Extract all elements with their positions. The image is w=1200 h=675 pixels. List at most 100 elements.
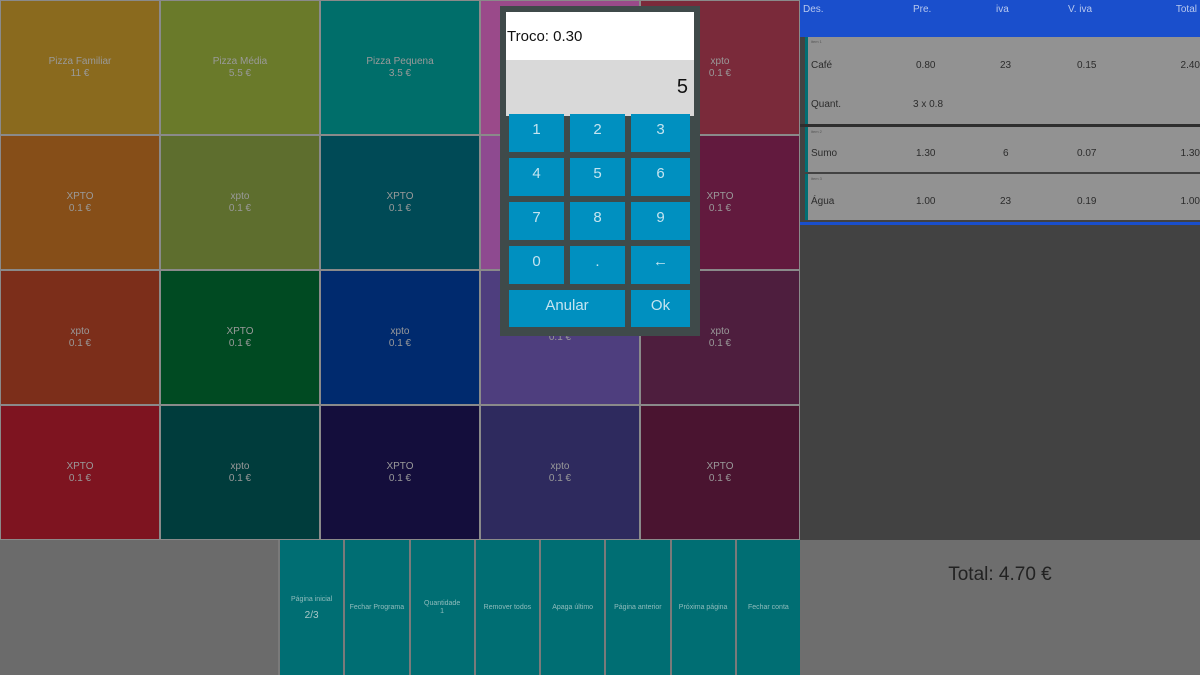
item-price: 1.00: [916, 196, 936, 207]
item-price: 1.30: [916, 148, 936, 159]
product-price: 5.5 €: [228, 67, 252, 79]
key-backspace[interactable]: ←: [631, 246, 690, 284]
keypad-display: 5: [506, 60, 694, 116]
key-5[interactable]: 5: [570, 158, 625, 196]
receipt-item[interactable]: item 3 Água 1.00 23 0.19 1.00: [805, 174, 1200, 220]
key-8[interactable]: 8: [570, 202, 625, 240]
dialog-title: Troco: 0.30: [506, 12, 694, 60]
page-indicator: 2/3: [304, 609, 319, 621]
key-2[interactable]: 2: [570, 114, 625, 152]
toolbar-button[interactable]: Fechar Programa: [343, 540, 409, 675]
product-price: 11 €: [70, 67, 90, 79]
key-6[interactable]: 6: [631, 158, 690, 196]
header-viva: V. iva: [1068, 4, 1093, 15]
product-tile[interactable]: XPTO 0.1 €: [640, 405, 800, 540]
item-tag: item 3: [811, 176, 822, 181]
key-3[interactable]: 3: [631, 114, 690, 152]
item-iva-value: 0.19: [1077, 196, 1097, 207]
item-description: Café: [811, 60, 833, 71]
product-tile[interactable]: xpto 0.1 €: [0, 270, 160, 405]
toolbar-button[interactable]: Página anterior: [604, 540, 670, 675]
product-name: xpto: [710, 325, 730, 337]
item-iva-value: 0.15: [1077, 60, 1097, 71]
header-pre: Pre.: [913, 4, 932, 15]
toolbar-button-label: Página anterior: [614, 603, 662, 611]
item-price: 0.80: [916, 60, 936, 71]
item-tag: item 2: [811, 129, 822, 134]
product-price: 0.1 €: [228, 472, 252, 484]
product-tile[interactable]: Pizza Média 5.5 €: [160, 0, 320, 135]
toolbar-button[interactable]: Quantidade 1: [408, 540, 474, 675]
product-tile[interactable]: xpto 0.1 €: [480, 405, 640, 540]
item-description: Água: [811, 196, 835, 207]
product-tile[interactable]: xpto 0.1 €: [320, 270, 480, 405]
product-price: 0.1 €: [388, 202, 412, 214]
product-price: 0.1 €: [708, 67, 732, 79]
toolbar-button[interactable]: Apaga último: [539, 540, 605, 675]
product-price: 0.1 €: [548, 472, 572, 484]
item-iva: 23: [1000, 196, 1012, 207]
product-tile[interactable]: XPTO 0.1 €: [160, 270, 320, 405]
product-price: 0.1 €: [388, 337, 412, 349]
total-area: Total: 4.70 €: [800, 540, 1200, 675]
product-price: 0.1 €: [68, 337, 92, 349]
toolbar-button[interactable]: Fechar conta: [734, 540, 800, 675]
product-name: XPTO: [386, 190, 414, 202]
product-tile[interactable]: XPTO 0.1 €: [0, 135, 160, 270]
product-name: XPTO: [706, 460, 734, 472]
product-tile[interactable]: XPTO 0.1 €: [320, 135, 480, 270]
product-name: XPTO: [226, 325, 254, 337]
item-qty: 3 x 0.8: [913, 99, 944, 110]
product-tile[interactable]: xpto 0.1 €: [160, 405, 320, 540]
toolbar-button-label: Próxima página: [678, 603, 728, 611]
receipt-item[interactable]: item 2 Sumo 1.30 6 0.07 1.30: [805, 127, 1200, 172]
toolbar-button[interactable]: Remover todos: [473, 540, 539, 675]
product-tile[interactable]: XPTO 0.1 €: [0, 405, 160, 540]
product-name: xpto: [550, 460, 570, 472]
product-tile[interactable]: Pizza Familiar 11 €: [0, 0, 160, 135]
header-iva: iva: [996, 4, 1009, 15]
product-price: 0.1 €: [708, 472, 732, 484]
receipt-divider: [800, 124, 1200, 127]
change-keypad-dialog: Troco: 0.30 5 1 2 3 4 5 6 7 8 9 0 . ← An…: [500, 6, 700, 336]
product-tile[interactable]: XPTO 0.1 €: [320, 405, 480, 540]
action-toolbar: Página inicial 2/3 Fechar Programa Quantida…: [278, 540, 800, 675]
product-name: xpto: [390, 325, 410, 337]
item-total: 2.40: [1180, 60, 1200, 71]
product-name: XPTO: [706, 190, 734, 202]
ok-button[interactable]: Ok: [631, 290, 690, 327]
product-name: xpto: [230, 460, 250, 472]
product-name: XPTO: [386, 460, 414, 472]
product-name: xpto: [70, 325, 90, 337]
product-price: 0.1 €: [708, 202, 732, 214]
product-price: 0.1 €: [228, 337, 252, 349]
product-name: Pizza Média: [212, 55, 268, 67]
toolbar-button[interactable]: Próxima página: [669, 540, 735, 675]
receipt-panel: Des. Pre. iva V. iva Total item 1 Café 0…: [800, 0, 1200, 540]
header-total: Total: [1175, 4, 1197, 15]
product-tile[interactable]: Pizza Pequena 3.5 €: [320, 0, 480, 135]
key-4[interactable]: 4: [509, 158, 564, 196]
product-name: Pizza Familiar: [48, 55, 112, 67]
toolbar-button-label: Apaga último: [552, 603, 594, 611]
key-decimal[interactable]: .: [570, 246, 625, 284]
header-des: Des.: [803, 4, 824, 15]
toolbar-button-label: Fechar Programa: [349, 603, 405, 611]
product-name: Pizza Pequena: [366, 55, 434, 67]
product-price: 0.1 €: [708, 337, 732, 349]
product-tile[interactable]: xpto 0.1 €: [160, 135, 320, 270]
key-9[interactable]: 9: [631, 202, 690, 240]
product-price: 3.5 €: [388, 67, 412, 79]
toolbar-button-label: Remover todos: [483, 603, 532, 611]
receipt-header: Des. Pre. iva V. iva Total: [800, 0, 1200, 37]
key-0[interactable]: 0: [509, 246, 564, 284]
key-1[interactable]: 1: [509, 114, 564, 152]
cancel-button[interactable]: Anular: [509, 290, 625, 327]
receipt-item[interactable]: item 1 Café 0.80 23 0.15 2.40 Quant. 3 x…: [805, 37, 1200, 124]
bottom-left-empty: [0, 540, 278, 675]
toolbar-button-label: Quantidade 1: [424, 599, 461, 615]
item-total: 1.30: [1180, 148, 1200, 159]
product-name: xpto: [710, 55, 730, 67]
key-7[interactable]: 7: [509, 202, 564, 240]
toolbar-button[interactable]: Página inicial 2/3: [278, 540, 344, 675]
